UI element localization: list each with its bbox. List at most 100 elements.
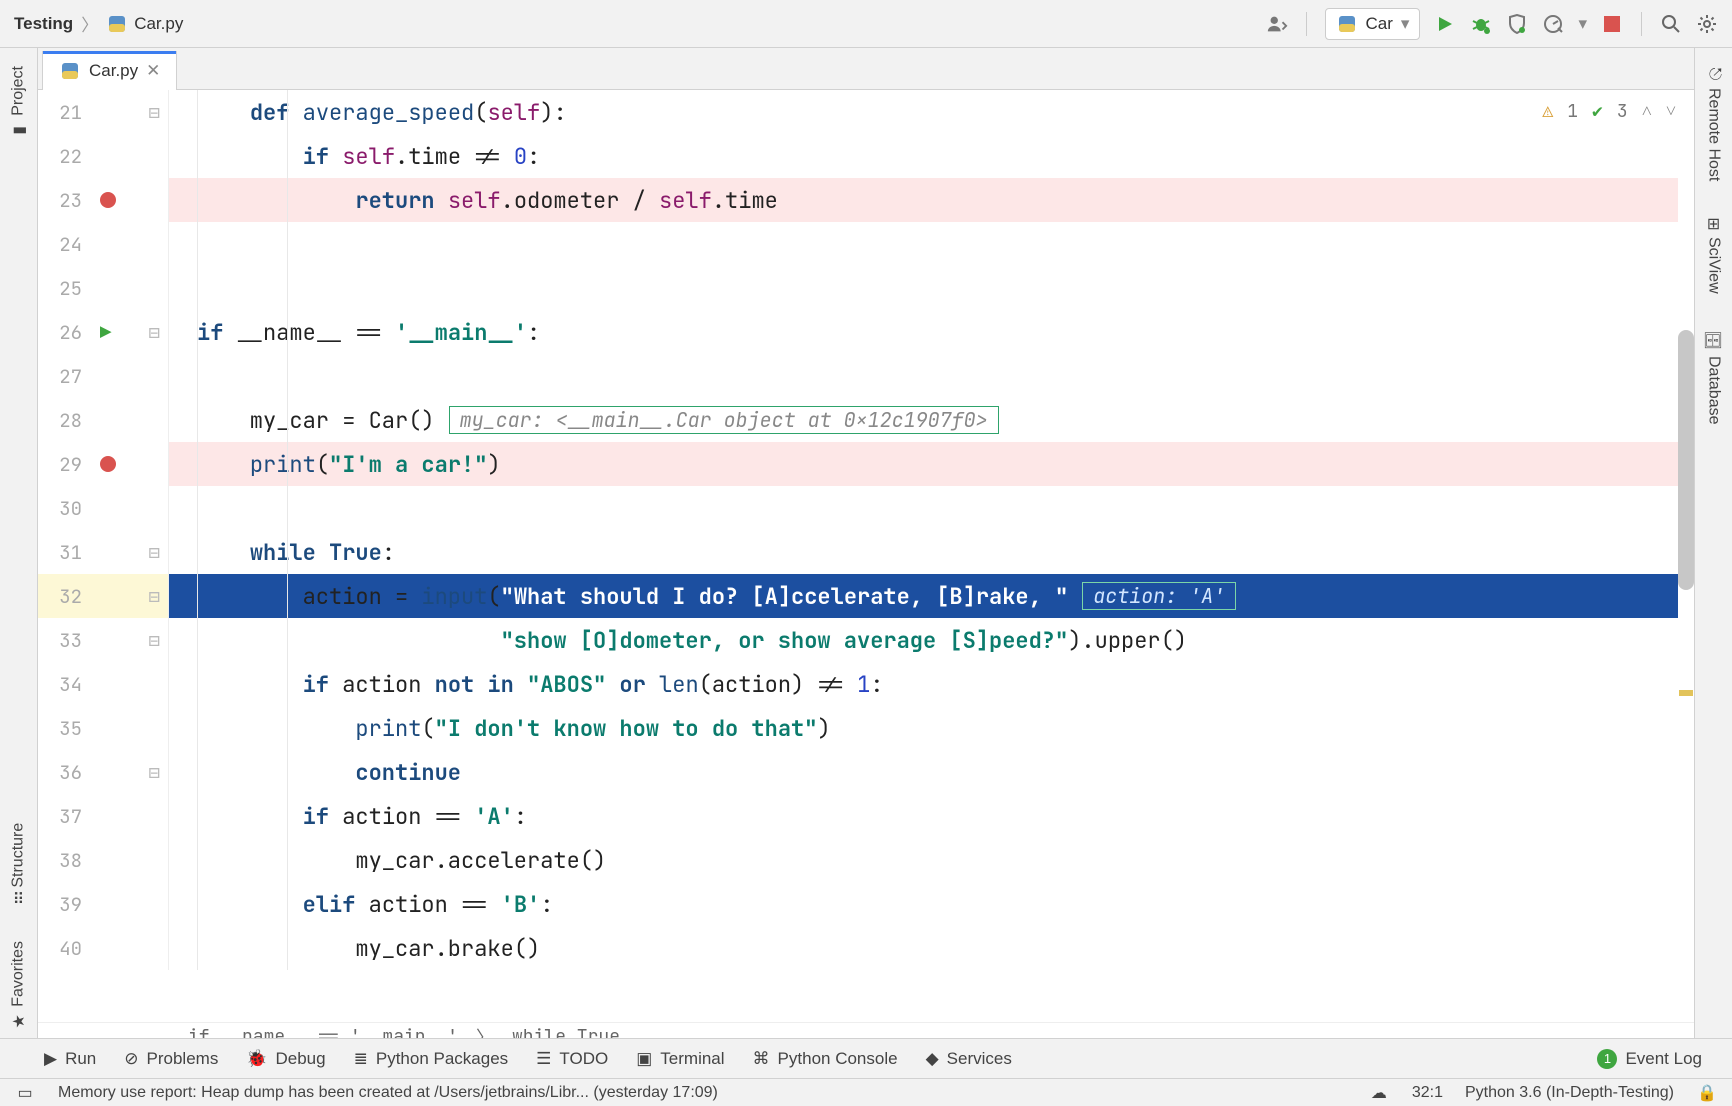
editor-tab[interactable]: Car.py ✕ [42,51,177,90]
code-line[interactable]: if action == 'A': [168,794,1694,838]
run-config-label: Car [1366,14,1393,34]
breakpoint-icon[interactable] [100,456,116,472]
fold-icon[interactable]: ⊟ [149,628,160,653]
run-gutter-icon[interactable]: ▶ [100,320,111,345]
code-area[interactable]: def average_speed(self): if self.time !=… [168,90,1694,1022]
code-line[interactable]: my_car = Car()my_car: <__main__.Car obje… [168,398,1694,442]
code-line[interactable] [168,354,1694,398]
fold-icon[interactable]: ⊟ [149,760,160,785]
code-line[interactable] [168,222,1694,266]
structure-tool-button[interactable]: ⠿ Structure [9,805,28,924]
gutter-row[interactable]: 40 [38,926,168,970]
services-tool-button[interactable]: ◆Services [926,1049,1012,1069]
gutter[interactable]: 21⊟2223242526▶⊟2728293031⊟32⊟33⊟343536⊟3… [38,90,168,1022]
code-line[interactable]: my_car.brake() [168,926,1694,970]
code-line[interactable] [168,266,1694,310]
code-line[interactable]: def average_speed(self): [168,90,1694,134]
terminal-tool-button[interactable]: ▣Terminal [636,1049,724,1069]
fold-icon[interactable]: ⊟ [149,100,160,125]
nav-project[interactable]: Testing [14,14,73,34]
code-line[interactable] [168,486,1694,530]
line-number: 27 [38,364,90,389]
fold-icon[interactable]: ⊟ [149,320,160,345]
code-line[interactable]: return self.odometer / self.time [168,178,1694,222]
navigation-path[interactable]: Testing 〉 Car.py [0,11,197,36]
sciview-tool-button[interactable]: ⊞ SciView [1704,199,1723,311]
run-config-selector[interactable]: Car ▾ [1325,8,1421,40]
code-line[interactable]: my_car.accelerate() [168,838,1694,882]
gutter-row[interactable]: 35 [38,706,168,750]
gutter-row[interactable]: 22 [38,134,168,178]
gutter-row[interactable]: 36⊟ [38,750,168,794]
gutter-row[interactable]: 30 [38,486,168,530]
code-line[interactable]: if __name__ == '__main__': [168,310,1694,354]
database-icon: 🗄 [1703,330,1723,349]
interpreter-label[interactable]: Python 3.6 (In-Depth-Testing) [1465,1084,1674,1102]
gutter-row[interactable]: 39 [38,882,168,926]
run-button[interactable] [1434,13,1456,35]
gutter-row[interactable]: 28 [38,398,168,442]
problems-tool-button[interactable]: ⊘Problems [124,1049,218,1069]
remote-host-tool-button[interactable]: ⎋ Remote Host [1705,48,1723,199]
code-line[interactable]: "show [O]dometer, or show average [S]pee… [168,618,1694,662]
stop-button[interactable] [1601,13,1623,35]
search-everywhere-icon[interactable] [1660,13,1682,35]
gutter-row[interactable]: 31⊟ [38,530,168,574]
editor[interactable]: ⚠ 1 ✔ 3 ˄ ˅ 21⊟2223242526▶⊟2728293031⊟32… [38,90,1694,1050]
gutter-row[interactable]: 23 [38,178,168,222]
code-line[interactable]: print("I don't know how to do that") [168,706,1694,750]
status-message[interactable]: Memory use report: Heap dump has been cr… [58,1084,718,1102]
breakpoint-icon[interactable] [100,192,116,208]
code-line[interactable]: action = input("What should I do? [A]cce… [168,574,1694,618]
code-line[interactable]: continue [168,750,1694,794]
code-line[interactable]: while True: [168,530,1694,574]
event-log-tool-button[interactable]: 1Event Log [1597,1049,1702,1069]
settings-icon[interactable] [1696,13,1718,35]
gutter-row[interactable]: 32⊟ [38,574,168,618]
line-number: 24 [38,232,90,257]
tool-label: Python Packages [376,1049,508,1069]
gutter-row[interactable]: 33⊟ [38,618,168,662]
gutter-row[interactable]: 27 [38,354,168,398]
python-console-tool-button[interactable]: ⌘Python Console [753,1049,898,1069]
background-tasks-icon[interactable]: ☁ [1368,1082,1390,1104]
gutter-row[interactable]: 26▶⊟ [38,310,168,354]
close-icon[interactable]: ✕ [146,61,160,81]
code-line[interactable]: elif action == 'B': [168,882,1694,926]
gutter-row[interactable]: 29 [38,442,168,486]
gutter-row[interactable]: 21⊟ [38,90,168,134]
gutter-row[interactable]: 24 [38,222,168,266]
run-tool-button[interactable]: ▶Run [44,1049,96,1069]
coverage-button[interactable] [1506,13,1528,35]
project-tool-button[interactable]: ▮ Project [9,48,28,159]
favorites-tool-button[interactable]: ★ Favorites [9,923,28,1050]
tool-window-toggle-icon[interactable]: ▭ [14,1082,36,1104]
todo-tool-button[interactable]: ☰TODO [536,1049,608,1069]
fold-icon[interactable]: ⊟ [149,584,160,609]
debug-tool-button[interactable]: 🐞Debug [246,1049,325,1069]
fold-icon[interactable]: ⊟ [149,540,160,565]
profile-dropdown-icon[interactable]: ▾ [1578,14,1587,34]
inline-hint: action: 'A' [1082,582,1236,610]
code-line[interactable]: if action not in "ABOS" or len(action) !… [168,662,1694,706]
nav-file[interactable]: Car.py [106,13,183,35]
debug-button[interactable] [1470,13,1492,35]
database-tool-button[interactable]: 🗄 Database [1704,311,1723,442]
python-file-icon [106,13,128,35]
editor-scrollbar[interactable] [1678,90,1694,1050]
gutter-row[interactable]: 38 [38,838,168,882]
caret-position[interactable]: 32:1 [1412,1084,1443,1102]
gutter-row[interactable]: 25 [38,266,168,310]
line-number: 25 [38,276,90,301]
scrollbar-thumb[interactable] [1678,330,1694,590]
profile-button[interactable] [1542,13,1564,35]
gutter-row[interactable]: 34 [38,662,168,706]
lock-icon[interactable]: 🔒 [1696,1082,1718,1104]
user-menu-icon[interactable] [1266,13,1288,35]
python-packages-tool-button[interactable]: ≣Python Packages [354,1049,509,1069]
code-line[interactable]: if self.time != 0: [168,134,1694,178]
gutter-row[interactable]: 37 [38,794,168,838]
line-number: 35 [38,716,90,741]
code-line[interactable]: print("I'm a car!") [168,442,1694,486]
sciview-icon: ⊞ [1707,215,1720,234]
